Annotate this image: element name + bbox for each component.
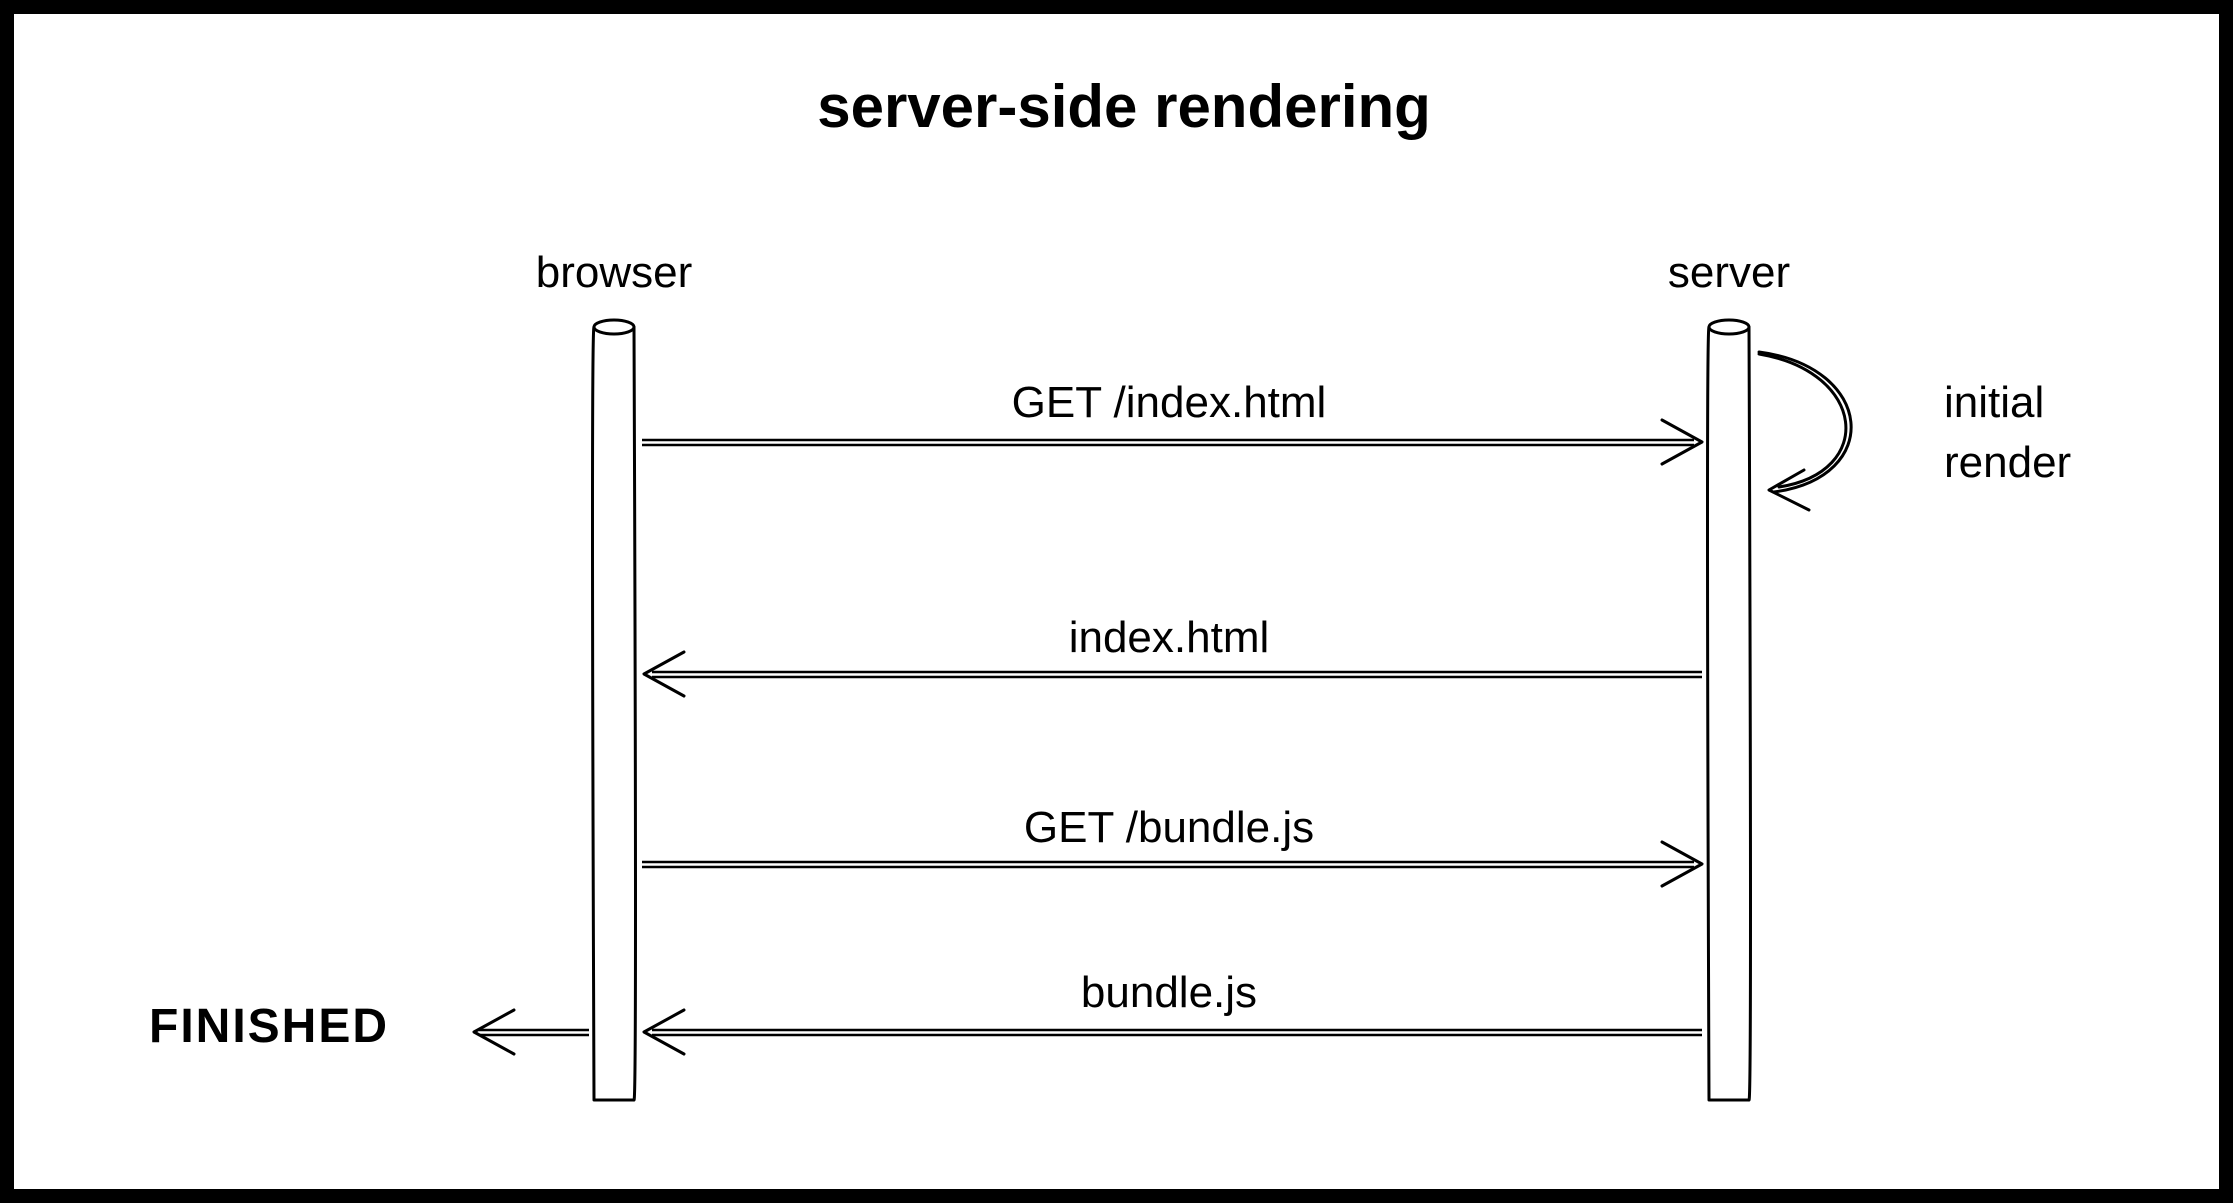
diagram-inner: server-side rendering browser server [34,32,2199,1169]
diagram-title: server-side rendering [817,73,1431,140]
arrow-resp-bundle-label: bundle.js [1081,968,1257,1017]
participant-browser-label: browser [536,248,693,297]
lifeline-browser [593,320,636,1100]
annotation-initial-render-line2: render [1944,438,2071,487]
annotation-initial-render-line1: initial [1944,378,2044,427]
loop-initial-render: initial render [1759,352,2071,510]
arrow-get-index-label: GET /index.html [1012,378,1327,427]
annotation-finished: FINISHED [149,1000,389,1053]
lifeline-server [1708,320,1751,1100]
arrow-get-bundle: GET /bundle.js [642,803,1702,886]
arrow-resp-bundle: bundle.js [644,968,1702,1054]
participant-server-label: server [1668,248,1790,297]
arrow-get-index: GET /index.html [642,378,1702,464]
sequence-diagram-svg: server-side rendering browser server [34,32,2209,1182]
arrow-finished: FINISHED [149,1000,589,1054]
diagram-frame: server-side rendering browser server [0,0,2233,1203]
arrow-resp-index-label: index.html [1069,613,1270,662]
arrow-get-bundle-label: GET /bundle.js [1024,803,1314,852]
arrow-resp-index: index.html [644,613,1702,696]
